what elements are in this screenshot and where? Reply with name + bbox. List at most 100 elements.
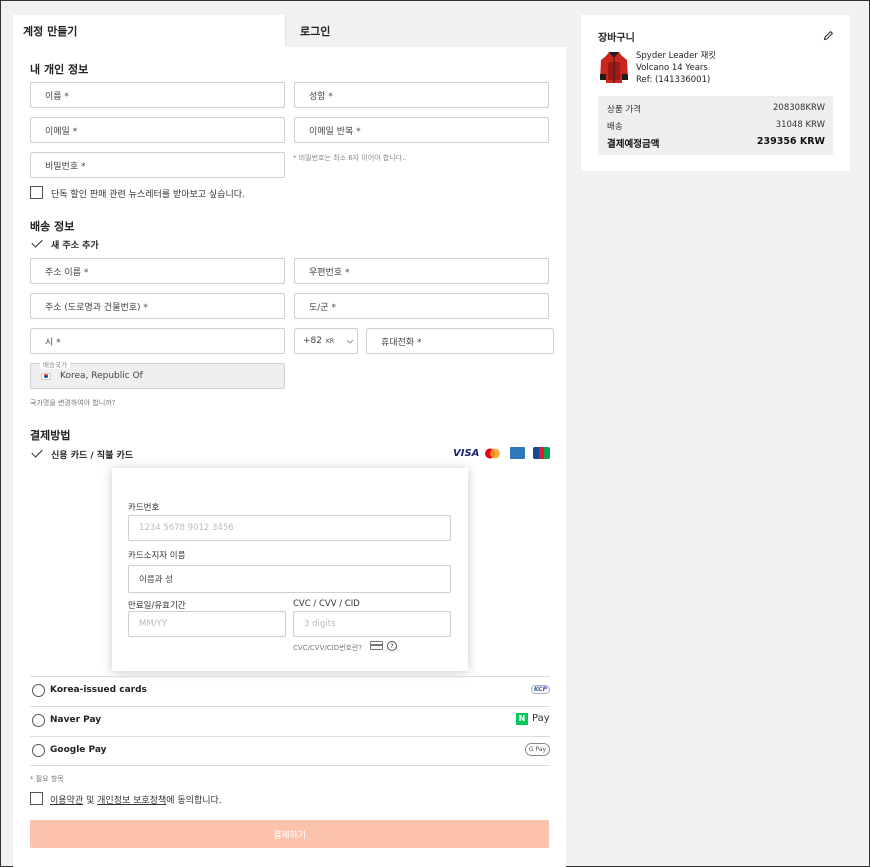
total-label: 결제예정금액 xyxy=(607,139,660,150)
terms-suffix: 에 동의합니다. xyxy=(166,796,222,806)
newsletter-checkbox[interactable] xyxy=(30,186,43,199)
address-input[interactable]: 주소 (도로명과 건물번호) * xyxy=(30,293,285,319)
privacy-link[interactable]: 개인정보 보호정책 xyxy=(97,796,166,806)
terms-and: 및 xyxy=(83,796,98,806)
postal-code-input[interactable]: 우편번호 * xyxy=(294,258,549,284)
change-country-link[interactable]: 국가명을 변경하여야 합니까? xyxy=(30,398,115,408)
korea-flag-icon xyxy=(41,372,51,380)
email-repeat-input[interactable]: 이메일 반복 * xyxy=(294,117,549,143)
address-name-input[interactable]: 주소 이름 * xyxy=(30,258,285,284)
credit-card-option[interactable]: 신용 카드 / 직불 카드 xyxy=(51,448,133,461)
city-placeholder: 시 * xyxy=(45,337,61,348)
new-address-label[interactable]: 새 주소 추가 xyxy=(51,238,99,251)
tab-signup[interactable]: 계정 만들기 xyxy=(13,15,285,47)
password-placeholder: 비밀번호 * xyxy=(45,161,86,172)
korea-cards-label: Korea-issued cards xyxy=(50,685,147,695)
help-icon[interactable]: ? xyxy=(387,641,397,651)
naver-logo: N xyxy=(516,713,528,725)
payment-title: 결제방법 xyxy=(30,429,71,442)
phone-code-value: +82 xyxy=(303,336,322,346)
province-input[interactable]: 도/군 * xyxy=(294,293,549,319)
email-repeat-placeholder: 이메일 반복 * xyxy=(309,126,361,137)
card-holder-input[interactable]: 이름과 성 xyxy=(128,565,451,593)
terms-link[interactable]: 이용약관 xyxy=(50,796,83,806)
amex-icon xyxy=(510,447,525,459)
card-number-label: 카드번호 xyxy=(128,503,160,513)
shipping-info-title: 배송 정보 xyxy=(30,220,75,233)
country-value: Korea, Republic Of xyxy=(60,371,143,381)
divider xyxy=(30,706,550,707)
email-placeholder: 이메일 * xyxy=(45,126,78,137)
google-pay-label: Google Pay xyxy=(50,745,107,755)
card-details-box: 카드번호 1234 5678 9012 3456 카드소지자 이름 이름과 성 … xyxy=(112,468,468,671)
shipping-cost-value: 31048 KRW xyxy=(775,120,825,130)
subtotal-value: 208308KRW xyxy=(773,103,825,113)
card-cvc-icon xyxy=(370,641,383,650)
phone-country-code: KR xyxy=(326,337,335,345)
korea-cards-radio[interactable] xyxy=(32,684,45,697)
city-input[interactable]: 시 * xyxy=(30,328,285,354)
email-input[interactable]: 이메일 * xyxy=(30,117,285,143)
google-pay-logo: G Pay xyxy=(525,743,550,756)
cvc-help-link[interactable]: CVC/CVV/CID번호란? xyxy=(293,643,362,653)
naver-pay-label: Naver Pay xyxy=(50,715,102,725)
subtotal-label: 상품 가격 xyxy=(607,105,641,115)
mobile-placeholder: 휴대전화 * xyxy=(381,337,422,348)
chevron-down-icon xyxy=(346,339,354,344)
last-name-placeholder: 성함 * xyxy=(309,91,333,102)
address-name-placeholder: 주소 이름 * xyxy=(45,267,89,278)
tab-login[interactable]: 로그인 xyxy=(285,15,566,47)
card-number-placeholder: 1234 5678 9012 3456 xyxy=(139,523,234,533)
cvc-input[interactable]: 3 digits xyxy=(293,611,451,637)
cvc-placeholder: 3 digits xyxy=(304,619,336,629)
product-variant: Volcano 14 Years xyxy=(636,63,708,73)
password-input[interactable]: 비밀번호 * xyxy=(30,152,285,178)
product-ref: Ref: (141336001) xyxy=(636,75,711,85)
kcp-logo: KCP xyxy=(531,685,551,694)
google-pay-radio[interactable] xyxy=(32,744,45,757)
product-jacket-image xyxy=(600,52,628,83)
naver-pay-text: Pay xyxy=(532,713,550,724)
order-summary: 상품 가격 208308KRW 배송 31048 KRW 결제예정금액 2393… xyxy=(598,96,833,155)
cart-panel: 장바구니 Spyder Leader 재킷 Volcano 14 Years R… xyxy=(581,15,850,171)
shipping-cost-label: 배송 xyxy=(607,122,623,132)
cvc-label: CVC / CVV / CID xyxy=(293,599,360,609)
edit-pencil-icon[interactable] xyxy=(823,30,834,41)
country-label: 배송국가 xyxy=(40,359,70,369)
total-value: 239356 KRW xyxy=(756,136,825,147)
last-name-input[interactable]: 성함 * xyxy=(294,82,549,108)
mastercard-icon xyxy=(485,448,500,459)
divider xyxy=(30,736,550,737)
terms-checkbox[interactable] xyxy=(30,792,43,805)
first-name-input[interactable]: 이름 * xyxy=(30,82,285,108)
product-name[interactable]: Spyder Leader 재킷 xyxy=(636,50,716,62)
postal-code-placeholder: 우편번호 * xyxy=(309,267,350,278)
check-icon xyxy=(31,236,43,248)
product-details: Spyder Leader 재킷 Volcano 14 Years Ref: (… xyxy=(636,50,716,86)
newsletter-label: 단독 할인 판매 관련 뉴스레터를 받아보고 싶습니다. xyxy=(51,190,245,200)
expiry-placeholder: MM/YY xyxy=(139,619,167,629)
checkout-form-panel: 계정 만들기 로그인 내 개인 정보 이름 * 성함 * 이메일 * 이메일 반… xyxy=(13,15,566,867)
cart-title: 장바구니 xyxy=(598,33,635,44)
naver-pay-radio[interactable] xyxy=(32,714,45,727)
divider xyxy=(30,765,550,766)
divider xyxy=(30,676,550,677)
address-placeholder: 주소 (도로명과 건물번호) * xyxy=(45,302,148,313)
jcb-icon xyxy=(533,447,550,459)
province-placeholder: 도/군 * xyxy=(309,302,336,313)
visa-logo: VISA xyxy=(453,448,480,459)
required-note: * 필요 항목 xyxy=(30,775,64,783)
expiry-label: 만료일/유효기간 xyxy=(128,601,186,611)
personal-info-title: 내 개인 정보 xyxy=(30,63,89,76)
mobile-input[interactable]: 휴대전화 * xyxy=(366,328,554,354)
card-number-input[interactable]: 1234 5678 9012 3456 xyxy=(128,515,451,541)
password-hint: * 비밀번호는 최소 6자 이어야 합니다.. xyxy=(293,154,407,162)
first-name-placeholder: 이름 * xyxy=(45,91,69,102)
check-icon xyxy=(31,446,43,458)
terms-label: 이용약관 및 개인정보 보호정책에 동의합니다. xyxy=(50,793,222,806)
submit-payment-button[interactable]: 결제하기 xyxy=(30,820,549,848)
expiry-input[interactable]: MM/YY xyxy=(128,611,286,637)
card-holder-label: 카드소지자 이름 xyxy=(128,551,186,561)
card-holder-value: 이름과 성 xyxy=(139,575,173,585)
phone-code-select[interactable]: +82 KR xyxy=(294,328,358,354)
